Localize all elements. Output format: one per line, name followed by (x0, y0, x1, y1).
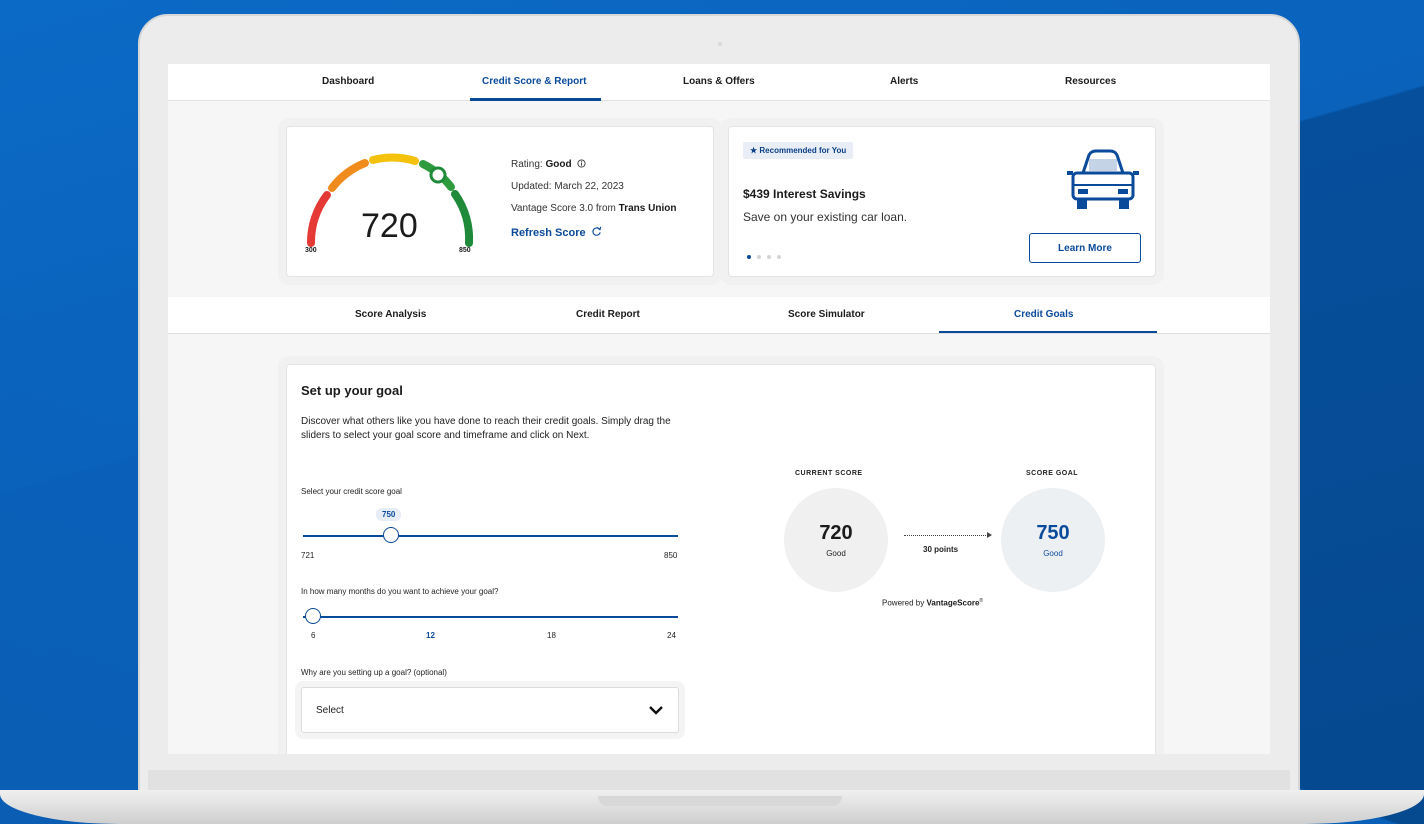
current-score-circle: 720 Good (784, 488, 888, 592)
current-score-rating: Good (826, 549, 846, 558)
score-slider-max: 850 (664, 551, 678, 560)
score-slider-track[interactable] (303, 535, 678, 537)
subtabs: Score Analysis Credit Report Score Simul… (168, 297, 1270, 334)
goal-title: Set up your goal (301, 383, 403, 398)
promo-card: ★ Recommended for You $439 Interest Savi… (728, 126, 1156, 277)
gauge-min-label: 300 (305, 247, 317, 254)
credit-score-value: 720 (361, 207, 418, 245)
chevron-down-icon (649, 706, 663, 715)
score-goal-label: SCORE GOAL (1026, 470, 1079, 477)
tab-credit-report[interactable]: Credit Report (576, 309, 640, 320)
score-slider-value: 750 (376, 508, 402, 521)
gauge-marker (429, 166, 447, 184)
nav-loans-offers[interactable]: Loans & Offers (683, 76, 755, 87)
recommended-badge: ★ Recommended for You (743, 142, 854, 159)
months-slider-thumb[interactable] (305, 608, 321, 624)
arrow-line (904, 535, 990, 536)
nav-dashboard[interactable]: Dashboard (322, 76, 374, 87)
learn-more-button[interactable]: Learn More (1029, 233, 1141, 263)
promo-title: $439 Interest Savings (743, 187, 866, 201)
carousel-dot[interactable] (757, 255, 761, 259)
tab-score-analysis[interactable]: Score Analysis (355, 309, 426, 320)
score-card: 720 300 850 Rating: Good Updated: March … (286, 126, 714, 277)
goal-score-circle: 750 Good (1001, 488, 1105, 592)
powered-brand: VantageScore (926, 598, 980, 608)
months-tick: 6 (311, 631, 316, 640)
goal-panel: Set up your goal Discover what others li… (286, 364, 1156, 754)
goal-score-value: 750 (1036, 522, 1070, 544)
carousel-dot[interactable] (747, 255, 751, 259)
goal-score-rating: Good (1043, 549, 1063, 558)
current-score-label: CURRENT SCORE (795, 470, 863, 477)
subtab-active-indicator (939, 331, 1157, 333)
badge-label: Recommended for You (759, 146, 847, 155)
refresh-icon[interactable] (591, 226, 602, 237)
tab-score-simulator[interactable]: Score Simulator (788, 309, 865, 320)
registered-mark: ® (979, 598, 984, 604)
rating-label: Rating: (511, 159, 543, 170)
score-info: Rating: Good Updated: March 22, 2023 Van… (511, 159, 676, 251)
arrow-right-icon (987, 532, 992, 538)
nav-active-indicator (470, 98, 601, 101)
score-slider-min: 721 (301, 551, 315, 560)
score-slider-label: Select your credit score goal (301, 487, 402, 496)
carousel-dot[interactable] (767, 255, 771, 259)
gauge-max-label: 850 (459, 247, 471, 254)
months-tick: 12 (426, 631, 435, 640)
car-icon (1067, 149, 1139, 209)
score-source: Vantage Score 3.0 from Trans Union (511, 204, 676, 214)
months-slider-label: In how many months do you want to achiev… (301, 587, 499, 596)
powered-prefix: Powered by (882, 598, 925, 608)
laptop-notch (598, 796, 842, 806)
months-tick: 24 (667, 631, 676, 640)
months-tick: 18 (547, 631, 556, 640)
reason-label: Why are you setting up a goal? (optional… (301, 668, 447, 677)
reason-select-value: Select (316, 705, 344, 716)
camera-dot (718, 42, 722, 46)
score-gauge (306, 153, 474, 247)
current-score-value: 720 (819, 522, 853, 544)
source-bureau: Trans Union (618, 203, 677, 214)
screen-bezel-bottom (148, 770, 1290, 792)
months-slider-track[interactable] (303, 616, 678, 618)
nav-alerts[interactable]: Alerts (890, 76, 918, 87)
promo-description: Save on your existing car loan. (743, 210, 908, 224)
powered-by: Powered by VantageScore® (882, 598, 983, 608)
goal-description: Discover what others like you have done … (301, 416, 671, 441)
carousel-dots (747, 255, 781, 259)
reason-select[interactable]: Select (301, 687, 679, 733)
points-difference: 30 points (923, 545, 959, 554)
info-icon[interactable] (577, 159, 586, 168)
tab-credit-goals[interactable]: Credit Goals (1014, 309, 1073, 320)
carousel-dot[interactable] (777, 255, 781, 259)
updated-date: Updated: March 22, 2023 (511, 181, 624, 192)
nav-resources[interactable]: Resources (1065, 76, 1116, 87)
refresh-score-link[interactable]: Refresh Score (511, 226, 676, 239)
rating-row: Rating: Good (511, 159, 676, 170)
top-nav: Dashboard Credit Score & Report Loans & … (168, 64, 1270, 101)
rating-value: Good (545, 159, 572, 170)
source-prefix: Vantage Score 3.0 from (511, 203, 616, 214)
app-screen: Dashboard Credit Score & Report Loans & … (168, 64, 1270, 754)
nav-credit-score-report[interactable]: Credit Score & Report (482, 76, 586, 87)
refresh-score-label[interactable]: Refresh Score (511, 227, 586, 239)
score-slider-thumb[interactable] (383, 527, 399, 543)
star-icon: ★ (750, 146, 758, 155)
